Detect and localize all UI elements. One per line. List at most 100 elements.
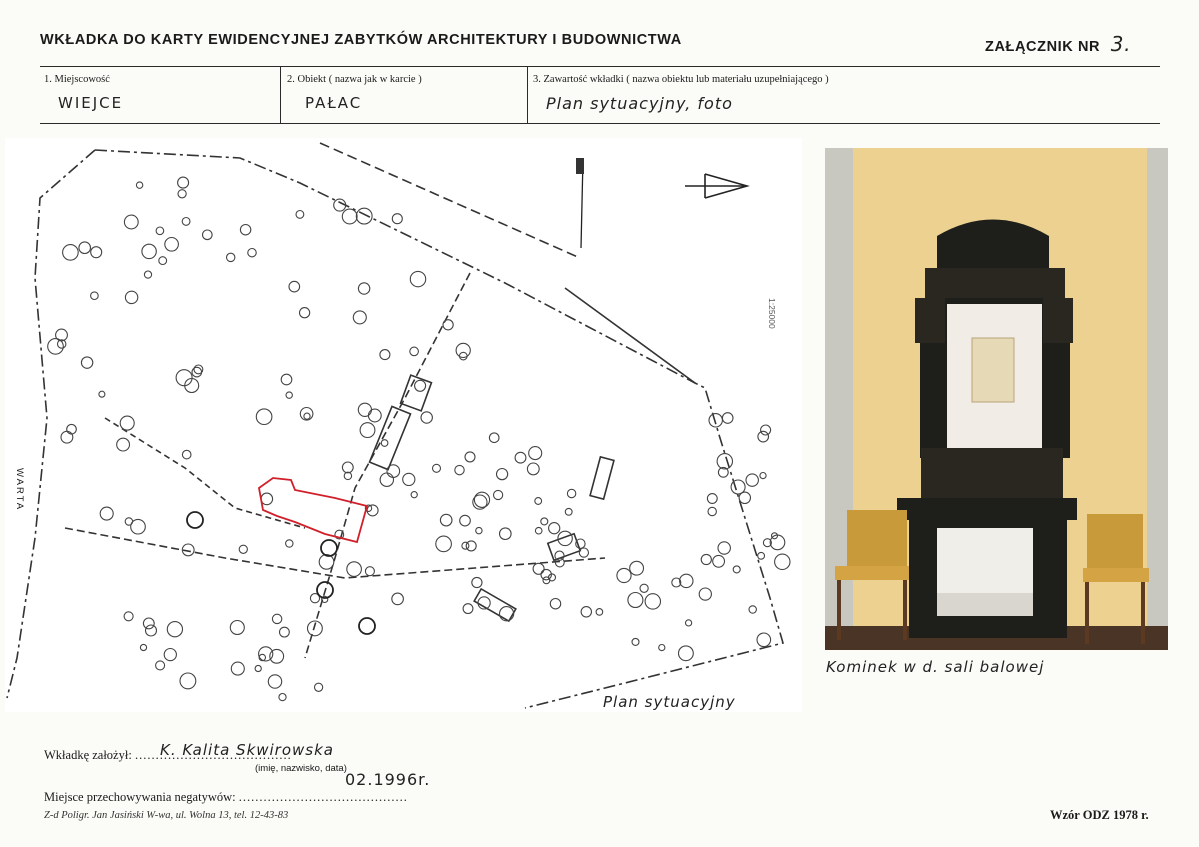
tree [225, 252, 236, 263]
tree [271, 613, 283, 625]
tree [254, 664, 262, 673]
tree [341, 461, 354, 474]
object-value: PAŁAC [305, 94, 363, 112]
tree [757, 551, 766, 560]
tree [526, 462, 540, 476]
tree [700, 553, 712, 566]
annex-number: 3. [1110, 32, 1132, 56]
tree [139, 643, 148, 652]
tree [379, 349, 391, 361]
tree [774, 553, 791, 571]
tree [355, 207, 373, 225]
tree [99, 506, 114, 521]
tree [318, 554, 335, 570]
tree [706, 493, 718, 504]
founded-value: K. Kalita Skwirowska [160, 741, 334, 759]
palace-outline [258, 477, 369, 544]
locality-label: 1. Miejscowość [44, 74, 110, 85]
tree [708, 413, 723, 428]
tree [238, 544, 248, 554]
form-title: WKŁADKA DO KARTY EWIDENCYJNEJ ZABYTKÓW A… [40, 32, 682, 48]
north-arrow [685, 173, 750, 199]
tree [175, 369, 193, 387]
tree [414, 379, 427, 392]
tree [631, 637, 640, 646]
road-2 [564, 287, 696, 384]
tree [534, 497, 543, 505]
tree [473, 491, 491, 508]
tree [163, 647, 177, 662]
park-boundary-west [6, 149, 96, 699]
inner-path-3 [104, 417, 306, 529]
tree [462, 603, 474, 615]
tree [124, 290, 139, 305]
tree [366, 504, 379, 517]
tree [435, 535, 452, 553]
tree [298, 307, 311, 319]
contents-label: 3. Zawartość wkładki ( nazwa obiektu lub… [533, 74, 829, 85]
tree [658, 643, 666, 652]
negatives-label: Miejsce przechowywania negatywów: [44, 790, 236, 804]
tree [532, 562, 545, 575]
tree [471, 576, 483, 589]
field-divider-1 [280, 66, 281, 123]
tree [644, 593, 662, 610]
tree [712, 554, 726, 568]
outbuilding-2 [368, 405, 412, 471]
form-model: Wzór ODZ 1978 r. [1050, 808, 1149, 822]
site-plan-drawing [6, 142, 791, 709]
tree [455, 342, 471, 359]
tree [364, 566, 375, 577]
founded-date: 02.1996r. [345, 770, 431, 789]
tree [119, 415, 135, 431]
tree [230, 661, 245, 676]
tree [142, 617, 155, 630]
fireplace-illustration [825, 148, 1168, 650]
negatives-dots: ........................................… [238, 790, 408, 804]
object-label: 2. Obiekt ( nazwa jak w karcie ) [287, 74, 422, 85]
tree [627, 591, 644, 609]
tree [278, 626, 290, 638]
tree [130, 518, 146, 535]
tree [229, 619, 245, 636]
tree [123, 214, 139, 230]
tree [528, 446, 543, 461]
tree [495, 467, 509, 481]
tree [295, 209, 305, 219]
tree [748, 605, 757, 614]
tree [66, 423, 77, 435]
tree [409, 270, 427, 288]
tree [679, 573, 694, 589]
founded-hint: (imię, nazwisko, data) [255, 763, 347, 774]
tree [177, 176, 190, 189]
tree [498, 527, 512, 541]
tree [564, 507, 573, 516]
tree [90, 246, 103, 259]
tree [514, 451, 527, 464]
tree [158, 256, 168, 266]
photo-caption: Kominek w d. sali balowej [826, 658, 1045, 676]
tree [181, 449, 192, 460]
river-label: WARTA [14, 468, 25, 512]
tree [164, 236, 179, 252]
tree [716, 453, 734, 470]
tree [47, 338, 64, 355]
tree [391, 592, 404, 606]
tree [488, 432, 500, 444]
tree [459, 514, 471, 527]
tree [757, 430, 770, 443]
tree [90, 291, 99, 301]
site-plan: WARTA 1:25000 Plan sytuacyjny [5, 138, 802, 712]
tree [707, 506, 717, 517]
tree [566, 488, 577, 499]
tree [760, 424, 772, 436]
tree [684, 619, 693, 627]
tree [549, 597, 562, 610]
tree [534, 526, 543, 535]
tree [431, 463, 442, 473]
tree [201, 229, 213, 241]
tree [391, 213, 403, 225]
mantel-shelf [897, 498, 1077, 520]
marked-tree [358, 617, 376, 635]
tree [721, 412, 734, 424]
